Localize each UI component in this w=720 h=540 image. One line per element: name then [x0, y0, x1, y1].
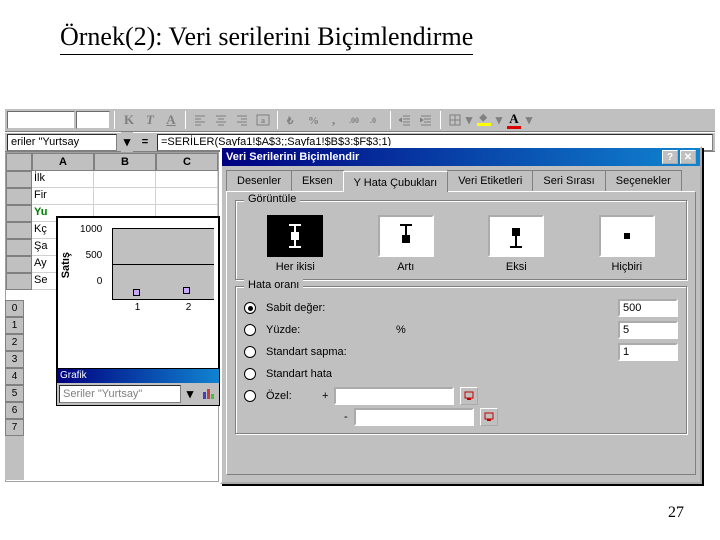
column-header[interactable]: C	[156, 153, 218, 171]
label-fixed-value: Sabit değer:	[266, 302, 386, 314]
display-none-option[interactable]	[599, 215, 655, 257]
row-number-strip: 01234567	[5, 300, 24, 480]
format-toolbar: K T A a ₺ % , .00 .0 ▾ ▾ A ▾	[5, 108, 715, 132]
font-name-dropdown[interactable]	[7, 111, 75, 129]
decrease-indent-button[interactable]	[395, 110, 415, 130]
radio-fixed-value[interactable]	[244, 302, 256, 314]
font-color-dropdown-icon[interactable]: ▾	[526, 110, 532, 130]
chart-toolbar-title: Grafik	[57, 369, 219, 383]
display-plus-option[interactable]	[378, 215, 434, 257]
column-header[interactable]: A	[32, 153, 94, 171]
select-all-corner[interactable]	[6, 153, 32, 171]
chart-y-ticks: 1000 500 0	[80, 224, 102, 302]
font-color-button[interactable]: A	[503, 110, 525, 130]
display-minus-option[interactable]	[488, 215, 544, 257]
percent-sign: %	[396, 324, 406, 336]
display-both-option[interactable]	[267, 215, 323, 257]
svg-text:a: a	[261, 116, 265, 125]
close-button[interactable]: ✕	[680, 150, 696, 164]
display-both-label: Her ikisi	[244, 261, 347, 273]
format-selection-button[interactable]	[199, 386, 217, 402]
svg-text:₺: ₺	[286, 116, 294, 126]
chart-data-point[interactable]	[133, 289, 140, 296]
input-percent[interactable]	[618, 321, 678, 339]
chart-plot-area	[112, 228, 214, 300]
slide-number: 27	[668, 504, 684, 522]
display-minus-label: Eksi	[465, 261, 568, 273]
label-std-err: Standart hata	[266, 368, 386, 380]
dialog-tabs: Desenler Eksen Y Hata Çubukları Veri Eti…	[226, 170, 696, 191]
align-center-button[interactable]	[211, 110, 231, 130]
merge-center-button[interactable]: a	[253, 110, 273, 130]
tab-panel: Görüntüle Her ikisi Artı	[226, 191, 696, 475]
display-plus-label: Artı	[355, 261, 458, 273]
display-group-label: Görüntüle	[244, 193, 300, 205]
tab-secenekler[interactable]: Seçenekler	[605, 170, 682, 191]
svg-text:,: ,	[332, 114, 335, 126]
bold-button[interactable]: K	[119, 110, 139, 130]
tab-seri-sirasi[interactable]: Seri Sırası	[532, 170, 605, 191]
fill-color-button[interactable]	[473, 110, 495, 130]
svg-text:.0: .0	[370, 116, 376, 125]
column-header[interactable]: B	[94, 153, 156, 171]
dialog-title: Veri Serilerini Biçimlendir	[226, 151, 359, 163]
label-percent: Yüzde:	[266, 324, 386, 336]
input-custom-plus[interactable]	[334, 387, 454, 405]
percent-button[interactable]: %	[303, 110, 323, 130]
label-custom: Özel:	[266, 390, 316, 402]
dialog-titlebar: Veri Serilerini Biçimlendir ? ✕	[222, 148, 700, 166]
help-button[interactable]: ?	[662, 150, 678, 164]
range-picker-plus-button[interactable]	[460, 387, 478, 405]
chart-toolbar[interactable]: Grafik Seriler "Yurtsay" ▾	[56, 368, 220, 406]
comma-button[interactable]: ,	[324, 110, 344, 130]
cell[interactable]: İlk	[32, 171, 94, 188]
input-custom-minus[interactable]	[354, 408, 474, 426]
cell[interactable]: Fir	[32, 188, 94, 205]
plus-sign: +	[322, 390, 328, 402]
italic-button[interactable]: T	[140, 110, 160, 130]
range-picker-minus-button[interactable]	[480, 408, 498, 426]
chart-data-point[interactable]	[183, 287, 190, 294]
svg-text:.00: .00	[349, 116, 359, 125]
font-size-dropdown[interactable]	[76, 111, 110, 129]
error-amount-group: Hata oranı Sabit değer: Yüzde: % Standar…	[235, 286, 687, 434]
chart-toolbar-dropdown-icon[interactable]: ▾	[183, 386, 197, 402]
input-std-dev[interactable]	[618, 343, 678, 361]
name-box-dropdown-icon[interactable]: ▾	[121, 132, 133, 152]
tab-desenler[interactable]: Desenler	[226, 170, 292, 191]
input-fixed-value[interactable]	[618, 299, 678, 317]
tab-veri-etiketleri[interactable]: Veri Etiketleri	[447, 170, 533, 191]
slide-title: Örnek(2): Veri serilerini Biçimlendirme	[60, 22, 473, 55]
chart-y-axis-title: Satış	[60, 252, 72, 278]
borders-button[interactable]	[445, 110, 465, 130]
chart-element-selector[interactable]: Seriler "Yurtsay"	[59, 385, 181, 403]
label-std-dev: Standart sapma:	[266, 346, 386, 358]
radio-custom[interactable]	[244, 390, 256, 402]
borders-dropdown-icon[interactable]: ▾	[466, 110, 472, 130]
svg-text:%: %	[308, 115, 319, 126]
increase-indent-button[interactable]	[416, 110, 436, 130]
underline-button[interactable]: A	[161, 110, 181, 130]
format-data-series-dialog: Veri Serilerini Biçimlendir ? ✕ Desenler…	[220, 146, 702, 484]
align-right-button[interactable]	[232, 110, 252, 130]
error-amount-group-label: Hata oranı	[244, 279, 303, 291]
minus-sign: -	[344, 411, 348, 423]
radio-percent[interactable]	[244, 324, 256, 336]
align-left-button[interactable]	[190, 110, 210, 130]
display-none-label: Hiçbiri	[576, 261, 679, 273]
display-group: Görüntüle Her ikisi Artı	[235, 200, 687, 280]
radio-std-dev[interactable]	[244, 346, 256, 358]
name-box[interactable]: eriler "Yurtsay	[7, 134, 117, 151]
radio-std-err[interactable]	[244, 368, 256, 380]
tab-y-hata-cubuklari[interactable]: Y Hata Çubukları	[343, 171, 449, 192]
row-header[interactable]	[6, 171, 32, 188]
fill-color-dropdown-icon[interactable]: ▾	[496, 110, 502, 130]
decrease-decimal-button[interactable]: .0	[366, 110, 386, 130]
increase-decimal-button[interactable]: .00	[345, 110, 365, 130]
embedded-chart[interactable]: Satış 1000 500 0 12	[56, 216, 220, 378]
formula-equals-icon: =	[137, 136, 153, 148]
currency-button[interactable]: ₺	[282, 110, 302, 130]
tab-eksen[interactable]: Eksen	[291, 170, 344, 191]
chart-x-ticks: 12	[112, 302, 214, 313]
